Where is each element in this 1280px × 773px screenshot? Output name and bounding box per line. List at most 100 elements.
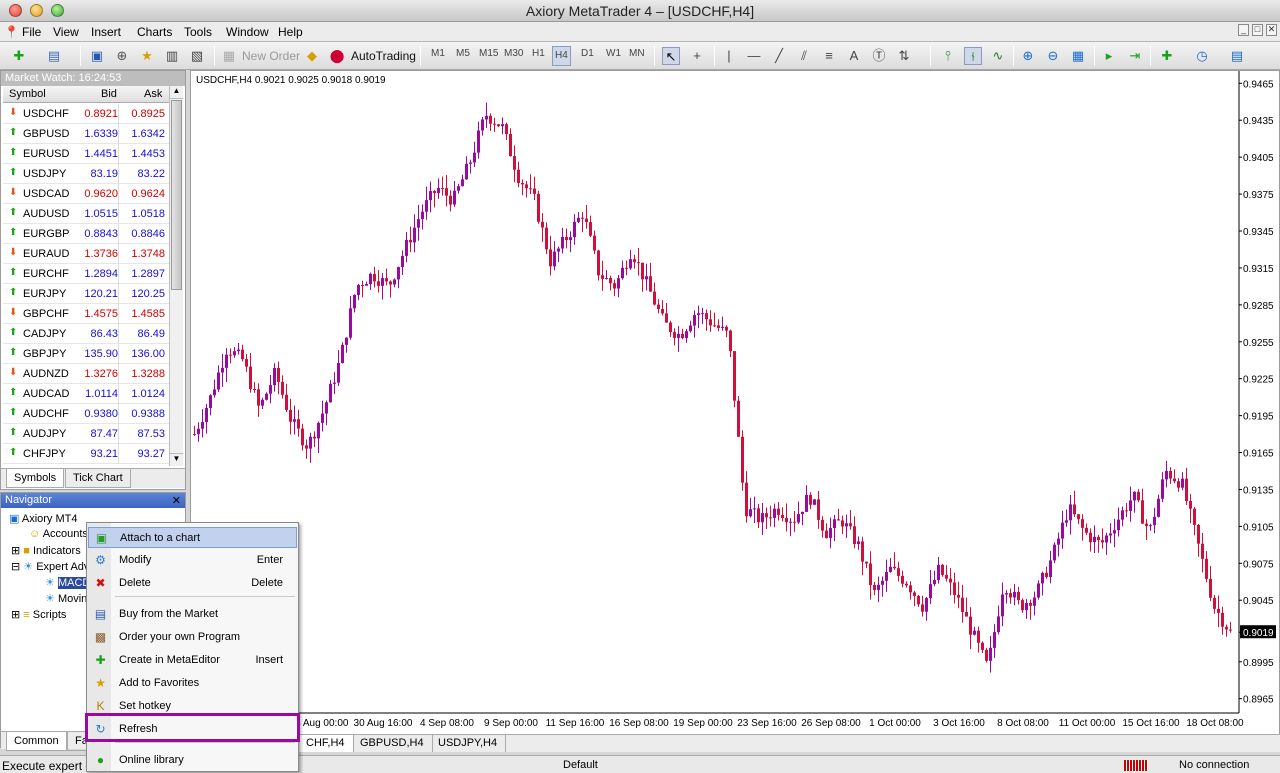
market-watch-row[interactable]: ⬇ EURAUD 1.3736 1.3748 [3,244,169,264]
collapse-icon[interactable]: ⊟ [11,561,20,573]
bar-chart-icon[interactable]: ⫯ [939,47,957,65]
market-watch-row[interactable]: ⬇ GBPCHF 1.4575 1.4585 [3,304,169,324]
new-order-button[interactable]: New Order [242,46,300,66]
new-order-icon[interactable]: ▦ [220,47,238,65]
ctx-item-attach-to-a-chart[interactable]: ▣ Attach to a chart [88,527,297,548]
chart-minimize-button[interactable]: _ [1238,24,1249,36]
chart-close-button[interactable]: ✕ [1266,24,1277,36]
market-watch-row[interactable]: ⬆ USDJPY 83.19 83.22 [3,164,169,184]
fibonacci-icon[interactable]: ≡ [820,47,838,65]
scroll-thumb[interactable] [171,100,182,290]
chart-tab-usdjpy[interactable]: USDJPY,H4 [430,735,507,752]
zoom-out-icon[interactable]: ⊖ [1044,47,1062,65]
menu-insert[interactable]: Insert [91,25,121,39]
zoom-window-button[interactable] [51,4,64,17]
tester-icon[interactable]: ▧ [188,47,206,65]
chart-restore-button[interactable]: □ [1252,24,1263,36]
market-watch-row[interactable]: ⬆ CHFJPY 93.21 93.27 [3,444,169,464]
timeframe-m1[interactable]: M1 [431,48,445,59]
vertical-line-icon[interactable]: | [720,47,738,65]
menu-window[interactable]: Window [226,25,269,39]
menu-view[interactable]: View [53,25,79,39]
autotrading-button[interactable]: AutoTrading [351,46,416,66]
market-watch-row[interactable]: ⬆ EURCHF 1.2894 1.2897 [3,264,169,284]
header-symbol[interactable]: Symbol [9,88,46,100]
navigator-close-icon[interactable]: ✕ [172,494,181,509]
cursor-icon[interactable]: ↖ [662,47,680,65]
indicators-icon[interactable]: ✚ [1158,47,1176,65]
tree-accounts[interactable]: ☺ Accounts [29,528,88,540]
market-watch-row[interactable]: ⬇ USDCAD 0.9620 0.9624 [3,184,169,204]
tab-symbols[interactable]: Symbols [6,469,65,488]
timeframe-h1[interactable]: H1 [532,48,545,59]
arrows-icon[interactable]: ⇅ [895,47,913,65]
horizontal-line-icon[interactable]: — [745,47,763,65]
timeframe-h4[interactable]: H4 [552,46,571,66]
market-watch-scrollbar[interactable]: ▲ ▼ [169,86,183,466]
timeframe-m15[interactable]: M15 [479,48,498,59]
market-watch-row[interactable]: ⬆ GBPJPY 135.90 136.00 [3,344,169,364]
timeframe-m5[interactable]: M5 [456,48,470,59]
market-watch-row[interactable]: ⬆ EURJPY 120.21 120.25 [3,284,169,304]
ctx-item-modify[interactable]: ⚙ Modify Enter [88,550,297,571]
crosshair-nav-icon[interactable]: ⊕ [113,47,131,65]
tile-windows-icon[interactable]: ▦ [1069,47,1087,65]
new-chart-icon[interactable]: ✚ [10,47,28,65]
ctx-item-buy-from-the-market[interactable]: ▤ Buy from the Market [88,604,297,625]
market-watch-row[interactable]: ⬆ CADJPY 86.43 86.49 [3,324,169,344]
close-window-button[interactable] [9,4,22,17]
terminal-icon[interactable]: ▥ [163,47,181,65]
market-watch-row[interactable]: ⬆ GBPUSD 1.6339 1.6342 [3,124,169,144]
timeframe-m30[interactable]: M30 [504,48,523,59]
market-watch-row[interactable]: ⬇ USDCHF 0.8921 0.8925 [3,104,169,124]
chart-window[interactable]: 0.9465 0.9435 0.9405 0.9375 0.9345 0.9315 0.92… [190,70,1280,735]
market-watch-row[interactable]: ⬆ EURUSD 1.4451 1.4453 [3,144,169,164]
periods-icon[interactable]: ◷ [1193,47,1211,65]
ctx-item-online-library[interactable]: ● Online library [88,750,297,771]
market-watch-row[interactable]: ⬆ EURGBP 0.8843 0.8846 [3,224,169,244]
menu-tools[interactable]: Tools [184,25,212,39]
market-watch-icon[interactable]: ▣ [88,47,106,65]
ctx-item-add-to-favorites[interactable]: ★ Add to Favorites [88,673,297,694]
scroll-up-icon[interactable]: ▲ [170,86,183,99]
market-watch-row[interactable]: ⬇ AUDNZD 1.3276 1.3288 [3,364,169,384]
trendline-icon[interactable]: ╱ [770,47,788,65]
menu-charts[interactable]: Charts [137,25,172,39]
autoscroll-icon[interactable]: ⇥ [1126,47,1144,65]
zoom-in-icon[interactable]: ⊕ [1019,47,1037,65]
menu-file[interactable]: File [22,25,41,39]
ctx-item-order-your-own-program[interactable]: ▩ Order your own Program [88,627,297,648]
header-ask[interactable]: Ask [144,88,162,100]
timeframe-w1[interactable]: W1 [606,48,621,59]
menu-help[interactable]: Help [278,25,303,39]
tab-tick-chart[interactable]: Tick Chart [65,469,131,488]
timeframe-d1[interactable]: D1 [581,48,594,59]
chart-tab-gbpusd[interactable]: GBPUSD,H4 [352,735,433,752]
profiles-icon[interactable]: ▤ [45,47,63,65]
minimize-window-button[interactable] [30,4,43,17]
market-watch-row[interactable]: ⬆ AUDCHF 0.9380 0.9388 [3,404,169,424]
tree-root[interactable]: ▣ Axiory MT4 [9,512,77,525]
ctx-item-create-in-metaeditor[interactable]: ✚ Create in MetaEditor Insert [88,650,297,671]
scroll-down-icon[interactable]: ▼ [170,453,183,466]
candlestick-chart[interactable]: 0.9465 0.9435 0.9405 0.9375 0.9345 0.9315 0.92… [191,71,1279,734]
tree-indicators[interactable]: ⊞ ■ Indicators [11,544,81,557]
chart-shift-icon[interactable]: ▸ [1100,47,1118,65]
ctx-item-delete[interactable]: ✖ Delete Delete [88,573,297,594]
market-watch-row[interactable]: ⬆ AUDCAD 1.0114 1.0124 [3,384,169,404]
text-label-icon[interactable]: Ⓣ [870,47,888,65]
market-watch-row[interactable]: ⬆ AUDJPY 87.47 87.53 [3,424,169,444]
templates-icon[interactable]: ▤ [1228,47,1246,65]
header-bid[interactable]: Bid [101,88,117,100]
tree-scripts[interactable]: ⊞ ≡ Scripts [11,608,66,621]
navigator-icon[interactable]: ★ [138,47,156,65]
chart-tab-usdchf[interactable]: CHF,H4 [298,735,354,752]
line-chart-icon[interactable]: ∿ [989,47,1007,65]
metaeditor-icon[interactable]: ◆ [303,47,321,65]
channel-icon[interactable]: ⫽ [795,47,813,65]
market-watch-row[interactable]: ⬆ AUDUSD 1.0515 1.0518 [3,204,169,224]
crosshair-icon[interactable]: + [688,47,706,65]
tab-common[interactable]: Common [6,732,67,751]
expand-icon[interactable]: ⊞ [11,545,20,557]
candlestick-icon[interactable]: ⫮ [964,47,982,65]
